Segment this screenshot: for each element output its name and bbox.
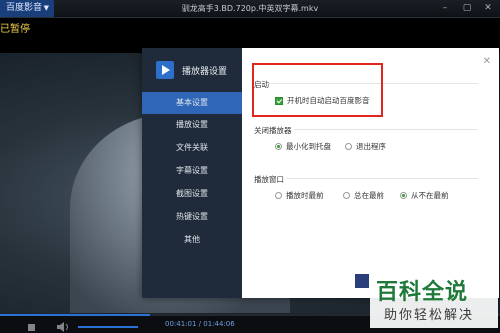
divider bbox=[294, 129, 478, 130]
section-window-title: 播放窗口 bbox=[254, 175, 284, 184]
window-title: 驯龙高手3.BD.720p.中英双字幕.mkv bbox=[181, 4, 319, 13]
nav-item-file-assoc[interactable]: 文件关联 bbox=[142, 137, 242, 159]
close-option-exit[interactable]: 退出程序 bbox=[345, 141, 386, 152]
window-option-2-label: 从不在最前 bbox=[411, 191, 449, 200]
window-option-1-label: 总在最前 bbox=[354, 191, 384, 200]
window-option-never-top[interactable]: 从不在最前 bbox=[400, 190, 449, 201]
radio-top-when-playing[interactable] bbox=[275, 192, 282, 199]
close-option-exit-label: 退出程序 bbox=[356, 142, 386, 151]
nav-item-basic[interactable]: 基本设置 bbox=[142, 92, 242, 114]
pause-status: 已暂停 bbox=[0, 24, 30, 35]
window-option-top-when-playing[interactable]: 播放时最前 bbox=[275, 190, 324, 201]
minimize-icon[interactable]: – bbox=[440, 2, 450, 14]
close-option-minimize-label: 最小化到托盘 bbox=[286, 142, 331, 151]
divider bbox=[286, 178, 478, 179]
volume-icon[interactable] bbox=[57, 322, 71, 332]
close-dialog-icon[interactable]: ✕ bbox=[483, 56, 491, 67]
radio-never-top[interactable] bbox=[400, 192, 407, 199]
window-option-0-label: 播放时最前 bbox=[286, 191, 324, 200]
dialog-title: 播放器设置 bbox=[182, 67, 228, 77]
time-display: 00:41:01 / 01:44:06 bbox=[165, 320, 235, 328]
watermark-logo: 百科全说 助你轻松解决 bbox=[370, 272, 498, 328]
watermark-subtitle: 助你轻松解决 bbox=[384, 308, 475, 323]
nav-item-other[interactable]: 其他 bbox=[142, 229, 242, 251]
close-option-minimize[interactable]: 最小化到托盘 bbox=[275, 141, 331, 152]
radio-always-top[interactable] bbox=[343, 192, 350, 199]
window-option-always-top[interactable]: 总在最前 bbox=[343, 190, 384, 201]
stop-icon[interactable] bbox=[28, 324, 35, 331]
dialog-button[interactable] bbox=[355, 274, 369, 288]
player-logo-icon bbox=[156, 61, 174, 79]
highlight-box bbox=[252, 63, 383, 117]
dialog-header: 播放器设置 bbox=[142, 48, 242, 92]
settings-sidebar: 播放器设置 基本设置 播放设置 文件关联 字幕设置 截图设置 热键设置 其他 bbox=[142, 48, 242, 298]
radio-minimize[interactable] bbox=[275, 143, 282, 150]
nav-item-screenshot[interactable]: 截图设置 bbox=[142, 183, 242, 205]
radio-exit[interactable] bbox=[345, 143, 352, 150]
nav-item-hotkey[interactable]: 热键设置 bbox=[142, 206, 242, 228]
watermark-title: 百科全说 bbox=[376, 280, 469, 305]
volume-slider[interactable] bbox=[78, 326, 138, 328]
close-window-icon[interactable]: ✕ bbox=[483, 2, 493, 14]
nav-item-playback[interactable]: 播放设置 bbox=[142, 114, 242, 136]
maximize-icon[interactable]: ▢ bbox=[462, 2, 472, 14]
progress-fill bbox=[0, 314, 150, 316]
section-close-title: 关闭播放器 bbox=[254, 126, 292, 135]
title-bar: 百度影音 ▼ 驯龙高手3.BD.720p.中英双字幕.mkv – ▢ ✕ bbox=[0, 0, 500, 18]
nav-item-subtitle[interactable]: 字幕设置 bbox=[142, 160, 242, 182]
